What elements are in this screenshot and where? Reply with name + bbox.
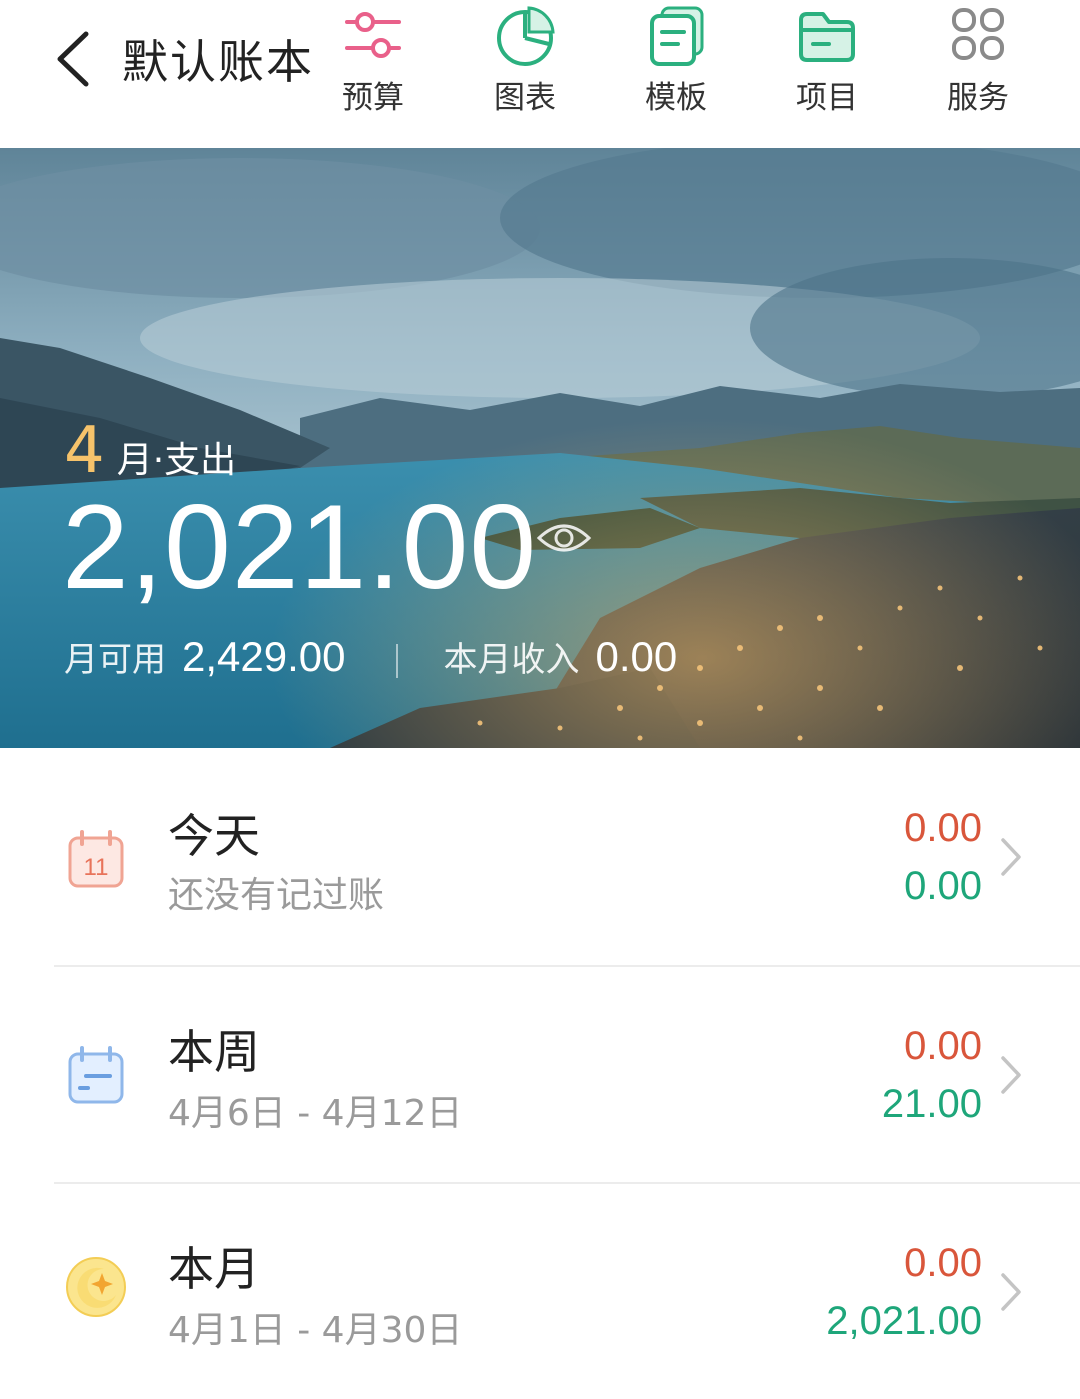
template-icon xyxy=(650,6,704,66)
toolbar-project[interactable]: 项目 xyxy=(762,4,892,116)
row-title: 本月 xyxy=(168,1242,260,1296)
calendar-week-icon xyxy=(68,1046,124,1104)
chevron-right-icon xyxy=(1001,838,1021,876)
chevron-right-icon xyxy=(1001,1273,1021,1311)
month-spend-heading: 4 月·支出 xyxy=(64,414,236,488)
toolbar-budget-label: 预算 xyxy=(342,80,404,116)
chevron-right-icon xyxy=(1001,1056,1021,1094)
available-label: 月可用 xyxy=(64,640,166,680)
chevron-left-icon xyxy=(57,31,89,87)
services-grid-icon xyxy=(952,8,1004,60)
pie-chart-icon xyxy=(497,6,555,66)
toolbar-template-label: 模板 xyxy=(645,80,707,116)
row-income: 0.00 xyxy=(904,864,982,908)
row-income: 2,021.00 xyxy=(826,1299,982,1343)
row-expense: 0.00 xyxy=(904,1024,982,1068)
row-description: 4月6日 - 4月12日 xyxy=(168,1093,463,1134)
budget-sliders-icon xyxy=(345,12,401,58)
toolbar-budget[interactable]: 预算 xyxy=(308,4,438,116)
row-income: 21.00 xyxy=(881,1082,982,1126)
row-expense: 0.00 xyxy=(904,1241,982,1285)
month-spend-amount: 2,021.00 xyxy=(62,480,538,614)
month-stats: 月可用 2,429.00 本月收入 0.00 xyxy=(64,632,677,681)
ledger-title[interactable]: 默认账本 xyxy=(122,26,314,92)
eye-icon[interactable] xyxy=(536,520,592,556)
project-folder-icon xyxy=(799,12,855,62)
calendar-day-icon: 11 xyxy=(68,830,124,888)
row-title: 本周 xyxy=(168,1025,260,1079)
toolbar-services-label: 服务 xyxy=(947,80,1009,116)
toolbar-chart[interactable]: 图表 xyxy=(460,4,590,116)
month-number: 4 xyxy=(64,414,105,488)
row-description: 4月1日 - 4月30日 xyxy=(168,1310,463,1351)
toolbar-project-label: 项目 xyxy=(796,80,858,116)
list-item-this-month[interactable]: 本月 4月1日 - 4月30日 0.00 2,021.00 xyxy=(0,1183,1080,1399)
top-bar: 默认账本 预算 图表 模板 项目 服务 xyxy=(0,0,1080,148)
month-spend-label: 月·支出 xyxy=(116,440,237,481)
toolbar-template[interactable]: 模板 xyxy=(611,4,741,116)
available-value: 2,429.00 xyxy=(182,633,346,680)
moon-icon xyxy=(66,1257,126,1317)
list-item-this-week[interactable]: 本周 4月6日 - 4月12日 0.00 21.00 xyxy=(0,966,1080,1182)
back-button[interactable] xyxy=(48,24,108,94)
income-label: 本月收入 xyxy=(443,640,580,680)
toolbar-chart-label: 图表 xyxy=(494,80,556,116)
stats-divider xyxy=(395,644,398,678)
row-title: 今天 xyxy=(168,809,260,863)
toolbar-services[interactable]: 服务 xyxy=(913,4,1043,116)
calendar-day-number: 11 xyxy=(84,854,109,881)
row-expense: 0.00 xyxy=(904,806,982,850)
list-item-today[interactable]: 11 今天 还没有记过账 0.00 0.00 xyxy=(0,748,1080,964)
row-description: 还没有记过账 xyxy=(168,875,385,916)
monthly-summary-banner: 4 月·支出 2,021.00 月可用 2,429.00 本月收入 0.00 xyxy=(0,148,1080,748)
income-value: 0.00 xyxy=(595,633,678,680)
